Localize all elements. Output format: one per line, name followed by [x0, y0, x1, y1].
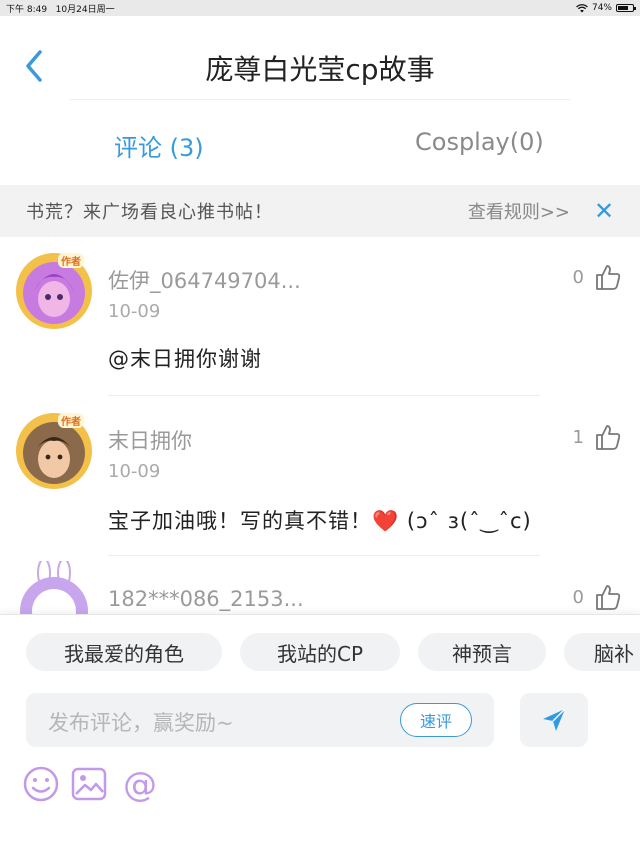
like-button[interactable]: 1: [573, 423, 622, 451]
mention-icon[interactable]: @: [120, 765, 158, 805]
like-button[interactable]: 0: [573, 263, 622, 291]
comment-content: @末日拥你谢谢: [108, 347, 262, 371]
status-date: 10月24日周一: [55, 4, 115, 15]
topic-chips: 我最爱的角色 我站的CP 神预言 脑补: [26, 633, 640, 673]
battery-fill: [618, 6, 629, 10]
battery-percent: 74%: [591, 3, 612, 13]
quick-review-button[interactable]: 速评: [400, 703, 472, 737]
status-time-date: 下午 8:49 10月24日周一: [6, 2, 576, 15]
status-time: 下午 8:49: [6, 4, 48, 15]
navigation-bar: 庞尊白光莹cp故事: [0, 16, 640, 100]
author-badge: 作者: [58, 413, 84, 428]
thumbs-up-icon: [596, 265, 621, 290]
like-count: 0: [572, 586, 584, 608]
battery-icon: [616, 4, 636, 12]
view-rules-link[interactable]: 查看规则>>: [468, 198, 570, 224]
svg-text:@: @: [123, 765, 157, 803]
chip-imagination[interactable]: 脑补: [564, 633, 640, 671]
like-button[interactable]: 0: [573, 583, 622, 611]
like-count: 1: [572, 426, 584, 448]
comment-input-placeholder: 发布评论，赢奖励~: [48, 711, 234, 735]
comment-divider: [108, 555, 540, 556]
comment-username[interactable]: 182***086_2153...: [108, 587, 304, 611]
avatar[interactable]: 作者: [14, 411, 94, 491]
thumbs-up-icon: [596, 585, 621, 610]
send-icon: [543, 708, 566, 731]
tab-cosplay[interactable]: Cosplay(0): [415, 128, 544, 156]
tab-bar: 评论 (3) Cosplay(0): [0, 100, 640, 185]
tab-comments[interactable]: 评论 (3): [114, 128, 204, 163]
chip-favorite-character[interactable]: 我最爱的角色: [26, 633, 222, 671]
chip-my-cp[interactable]: 我站的CP: [240, 633, 400, 671]
wifi-icon: [576, 3, 588, 12]
comment-date: 10-09: [108, 301, 161, 322]
comment-item: 作者 末日拥你 10-09 宝子加油哦！写的真不错！❤️ (ɔˆ з(ˆ‿ˆc)…: [0, 397, 640, 557]
image-icon[interactable]: [70, 765, 108, 803]
comment-username[interactable]: 佐伊_064749704...: [108, 265, 301, 295]
promo-banner: 书荒？来广场看良心推书帖！ 查看规则>> ✕: [0, 185, 640, 237]
avatar-image: [20, 558, 88, 614]
status-bar: 下午 8:49 10月24日周一 74%: [0, 0, 640, 16]
comment-composer: 我最爱的角色 我站的CP 神预言 脑补 发布评论，赢奖励~ 速评 @: [0, 614, 640, 853]
comment-date: 10-09: [108, 461, 161, 482]
chip-prophecy[interactable]: 神预言: [418, 633, 546, 671]
like-count: 0: [572, 266, 584, 288]
close-icon[interactable]: ✕: [594, 197, 614, 225]
emoji-icon[interactable]: [22, 765, 60, 803]
comment-content: 宝子加油哦！写的真不错！❤️ (ɔˆ з(ˆ‿ˆc): [108, 509, 532, 533]
avatar[interactable]: [14, 558, 94, 614]
comment-item: 182***086_2153... 0: [0, 557, 640, 614]
status-right: 74%: [576, 3, 636, 13]
author-badge: 作者: [58, 253, 84, 268]
page-title: 庞尊白光莹cp故事: [205, 53, 435, 86]
banner-text: 书荒？来广场看良心推书帖！: [26, 202, 273, 223]
comment-username[interactable]: 末日拥你: [108, 425, 192, 455]
thumbs-up-icon: [596, 425, 621, 450]
comment-divider: [108, 395, 540, 396]
comment-item: 作者 佐伊_064749704... 10-09 @末日拥你谢谢 0: [0, 237, 640, 397]
avatar[interactable]: 作者: [14, 251, 94, 331]
comment-input[interactable]: 发布评论，赢奖励~ 速评: [26, 693, 494, 747]
send-button[interactable]: [520, 693, 588, 747]
